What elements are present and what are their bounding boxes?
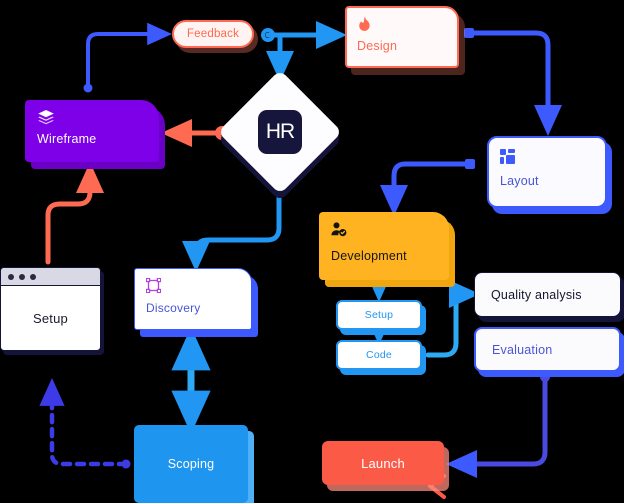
node-discovery-label: Discovery [146,301,201,315]
node-scoping[interactable]: Scoping [134,425,248,503]
node-layout[interactable]: Layout [487,136,607,208]
layers-icon [37,109,55,125]
setup-window-body: Setup [1,286,100,350]
node-setup-window-label: Setup [33,310,68,326]
connector-layer [39,20,563,499]
connector-evaluation-to-launch [445,372,550,479]
node-sub-code-label: Code [366,349,392,361]
browser-window-icon [1,268,100,286]
connector-design-to-layout [464,28,563,137]
connector-scoping-to-setup [39,377,131,469]
connector-hr-to-discovery [182,176,286,273]
node-sub-setup-label: Setup [364,309,394,321]
node-quality-analysis-label: Quality analysis [491,287,582,302]
window-dot-3 [30,273,36,280]
node-sub-code[interactable]: Code [336,340,422,370]
connector-sub-code-to-quality [425,279,481,358]
node-sub-setup[interactable]: Setup [336,300,422,330]
connector-feedback-to-design [261,20,348,83]
grid-icon [500,149,515,164]
hr-logo-icon: HR [258,110,302,154]
node-evaluation-label: Evaluation [492,342,553,357]
node-quality-analysis[interactable]: Quality analysis [474,272,621,317]
node-design[interactable]: Design [345,6,459,68]
connector-setup-to-wireframe [45,161,104,265]
node-discovery[interactable]: Discovery [134,268,252,330]
hr-logo-label: HR [265,120,295,143]
node-layout-label: Layout [500,174,539,188]
connector-layout-to-development [380,159,475,217]
connector-hr-to-wireframe [160,119,229,148]
node-evaluation[interactable]: Evaluation [474,327,621,372]
connector-development-to-sub-setup [367,277,391,303]
node-launch[interactable]: Launch [322,441,444,485]
node-development[interactable]: Development [319,212,449,280]
connector-wireframe-to-feedback [83,22,173,93]
user-settings-icon [331,222,347,237]
node-development-label: Development [331,249,407,263]
node-setup-window[interactable]: Setup [0,267,101,351]
window-dot-1 [8,273,14,280]
flowchart-canvas: Feedback Design Wireframe HR Layout Deve… [0,0,624,503]
node-launch-label: Launch [361,455,405,471]
flame-icon [357,16,373,34]
window-dot-2 [19,273,25,280]
frame-select-icon [146,278,161,293]
node-design-label: Design [357,39,398,53]
node-scoping-label: Scoping [167,457,215,471]
node-wireframe-label: Wireframe [37,132,97,146]
node-feedback[interactable]: Feedback [172,20,254,48]
node-hr-logo[interactable]: HR [217,69,343,195]
node-wireframe[interactable]: Wireframe [25,100,159,162]
node-feedback-label: Feedback [186,28,240,40]
